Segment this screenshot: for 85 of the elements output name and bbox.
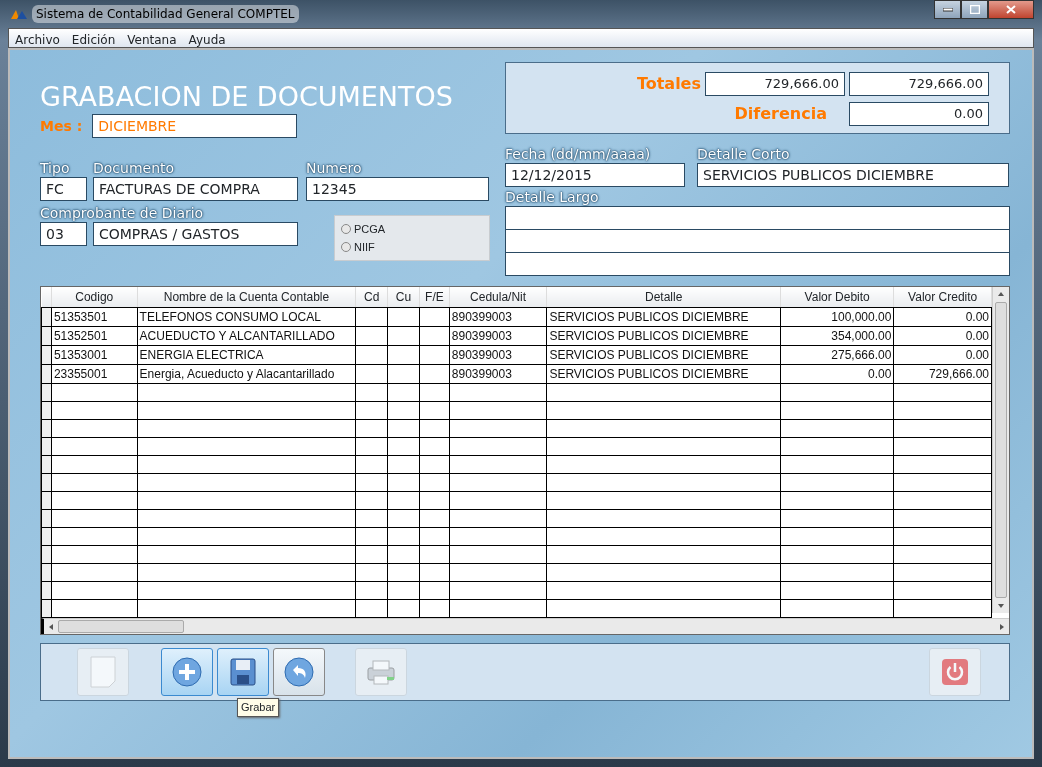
table-cell: Energia, Acueducto y Alacantarillado [137,364,356,384]
debit-total-field[interactable]: 729,666.00 [705,72,845,96]
menu-item[interactable]: Ventana [121,29,183,47]
difference-field[interactable]: 0.00 [849,102,989,126]
maximize-button[interactable] [961,0,988,19]
blank-page-icon [90,656,116,688]
credit-total-field[interactable]: 729,666.00 [849,72,989,96]
close-button[interactable] [988,0,1034,19]
short-detail-label: Detalle Corto [697,146,791,163]
minimize-icon [942,7,953,12]
table-cell: 275,666.00 [780,345,894,365]
undo-button[interactable] [273,648,325,696]
table-cell: 0.00 [893,307,992,327]
table-cell: ACUEDUCTO Y ALCANTARILLADO [137,326,356,346]
menu-item[interactable]: Ayuda [182,29,232,47]
add-button[interactable] [161,648,213,696]
vertical-scrollbar[interactable] [992,287,1009,613]
radio-option[interactable]: NIIF [341,238,483,256]
radio-button[interactable] [341,224,351,234]
window-title: Sistema de Contabilidad General COMPTEL [32,5,299,23]
column-header[interactable]: F/E [419,287,450,308]
table-cell: ENERGIA ELECTRICA [137,345,356,365]
plus-icon [171,656,203,688]
column-header[interactable]: Nombre de la Cuenta Contable [137,287,356,308]
table-cell: 100,000.00 [780,307,894,327]
app-logo-icon [10,8,28,20]
difference-label: Diferencia [734,103,827,125]
power-icon [941,658,969,686]
number-field[interactable]: 12345 [306,177,489,201]
column-header[interactable]: Cd [355,287,388,308]
table-cell: TELEFONOS CONSUMO LOCAL [137,307,356,327]
short-detail-field[interactable]: SERVICIOS PUBLICOS DICIEMBRE [697,163,1009,187]
column-header[interactable]: Cu [387,287,420,308]
radio-option[interactable]: PCGA [341,220,483,238]
type-label: Tipo [40,160,71,177]
radio-button[interactable] [341,242,351,252]
long-detail-field[interactable] [505,206,1010,230]
date-label: Fecha (dd/mm/aaaa) [505,146,652,163]
table-cell: SERVICIOS PUBLICOS DICIEMBRE [546,364,781,384]
document-label: Documento [93,160,176,177]
voucher-label: Comprobante de Diario [40,205,205,222]
menu-item[interactable]: Archivo [9,29,66,47]
tooltip: Grabar [237,698,280,717]
table-cell: 0.00 [893,345,992,365]
column-header[interactable]: Valor Credito [893,287,992,308]
column-header[interactable]: Codigo [51,287,138,308]
form-title: GRABACION DE DOCUMENTOS [40,82,454,112]
printer-icon [365,658,397,686]
document-field[interactable]: FACTURAS DE COMPRA [93,177,298,201]
table-cell: 51352501 [51,326,138,346]
long-detail-field[interactable] [505,229,1010,253]
close-icon [1006,5,1016,14]
table-cell: 890399003 [449,307,547,327]
horizontal-scrollbar[interactable] [41,618,1009,634]
date-field[interactable]: 12/12/2015 [505,163,685,187]
number-label: Numero [306,160,363,177]
table-cell: 0.00 [780,364,894,384]
voucher-field[interactable]: COMPRAS / GASTOS [93,222,298,246]
radio-label: NIIF [354,239,375,255]
maximize-icon [969,5,980,14]
totals-label: Totales [636,73,701,95]
table-cell: 354,000.00 [780,326,894,346]
column-header[interactable]: Cedula/Nit [449,287,547,308]
long-detail-label: Detalle Largo [505,189,600,206]
table-cell: 51353501 [51,307,138,327]
type-field[interactable]: FC [40,177,87,201]
table-cell: SERVICIOS PUBLICOS DICIEMBRE [546,345,781,365]
column-header[interactable]: Detalle [546,287,781,308]
menu-item[interactable]: Edición [65,29,122,47]
table-cell: 890399003 [449,364,547,384]
table-cell: 729,666.00 [893,364,992,384]
table-cell: 51353001 [51,345,138,365]
table-cell: 890399003 [449,345,547,365]
long-detail-field[interactable] [505,252,1010,276]
table-cell: 23355001 [51,364,138,384]
minimize-button[interactable] [934,0,961,19]
radio-label: PCGA [354,221,386,237]
voucher-code-field[interactable]: 03 [40,222,87,246]
save-button[interactable] [217,648,269,696]
column-header[interactable]: Valor Debito [780,287,894,308]
month-label: Mes : [40,116,83,136]
table-cell: 890399003 [449,326,547,346]
table-cell: SERVICIOS PUBLICOS DICIEMBRE [546,326,781,346]
table-cell: 0.00 [893,326,992,346]
table-cell: SERVICIOS PUBLICOS DICIEMBRE [546,307,781,327]
